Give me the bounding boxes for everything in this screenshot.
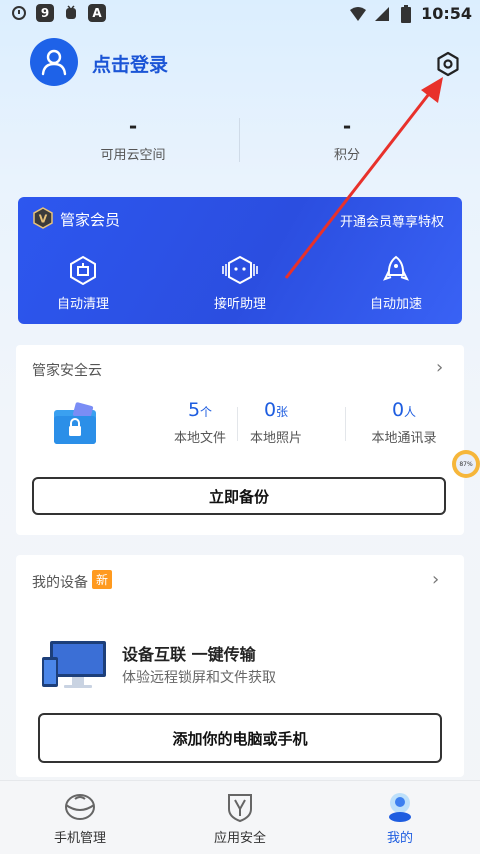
cloud-folder-icon <box>54 402 96 444</box>
call-assistant-feature[interactable]: 接听助理 <box>180 255 300 312</box>
add-device-button[interactable]: 添加你的电脑或手机 <box>38 713 442 763</box>
local-photos-unit: 张 <box>276 405 289 419</box>
tab-phone-manager-label: 手机管理 <box>53 831 106 846</box>
shield-icon <box>228 794 252 823</box>
tab-phone-manager[interactable]: 手机管理 <box>20 791 140 846</box>
auto-speedup-label: 自动加速 <box>369 297 422 312</box>
backup-now-button[interactable]: 立即备份 <box>32 477 446 515</box>
local-photos-count: 0 <box>263 399 277 421</box>
cloud-space-value: - <box>128 114 138 138</box>
auto-cleanup-feature[interactable]: 自动清理 <box>23 255 143 312</box>
avatar[interactable] <box>30 38 78 86</box>
local-contacts-metric: 0人 本地通讯录 <box>352 399 456 446</box>
app-letter-icon: A <box>88 4 106 22</box>
chevron-right-icon[interactable]: › <box>436 357 443 378</box>
devices-illustration-icon <box>42 641 106 688</box>
user-icon <box>41 49 67 76</box>
cloud-space-stat[interactable]: - 可用云空间 <box>73 114 193 163</box>
clock: 10:54 <box>421 4 472 23</box>
tab-me-label: 我的 <box>386 831 413 846</box>
settings-hexagon-icon <box>437 51 459 77</box>
robot-icon <box>222 255 258 285</box>
battery-icon <box>397 4 415 23</box>
floating-memory-badge[interactable]: 87% <box>452 450 480 478</box>
local-files-unit: 个 <box>200 405 213 419</box>
me-profile-icon <box>389 793 411 822</box>
auto-speedup-feature[interactable]: 自动加速 <box>336 255 456 312</box>
svg-text:V: V <box>39 213 48 226</box>
settings-button[interactable] <box>434 50 462 78</box>
local-photos-metric: 0张 本地照片 <box>226 399 326 446</box>
call-assistant-label: 接听助理 <box>213 297 266 312</box>
vip-banner[interactable]: V 管家会员 开通会员尊享特权 自动清理 接听助理 自动加速 <box>18 197 462 324</box>
stat-divider <box>239 118 240 162</box>
rocket-icon <box>383 255 409 281</box>
tab-app-security[interactable]: 应用安全 <box>180 791 300 846</box>
points-value: - <box>342 114 352 138</box>
app-status-icon: 9 <box>36 4 54 22</box>
new-badge: 新 <box>92 570 113 589</box>
login-link[interactable]: 点击登录 <box>92 50 168 77</box>
device-headline: 设备互联 一键传输 <box>122 645 256 664</box>
wifi-icon <box>349 5 367 23</box>
cleanup-icon <box>70 255 96 285</box>
vip-promo-link[interactable]: 开通会员尊享特权 <box>340 211 444 230</box>
security-cloud-title[interactable]: 管家安全云 <box>32 360 102 380</box>
vip-title: 管家会员 <box>60 211 121 229</box>
notification-bell-icon <box>10 4 28 22</box>
my-devices-card: 我的设备 新 › 设备互联 一键传输 体验远程锁屏和文件获取 添加你的电脑或手机 <box>16 555 464 777</box>
signal-icon <box>373 5 391 23</box>
points-label: 积分 <box>333 148 360 163</box>
floating-badge-label: 87% <box>456 454 476 474</box>
local-contacts-unit: 人 <box>404 405 417 419</box>
cloud-space-label: 可用云空间 <box>100 148 166 163</box>
local-photos-label: 本地照片 <box>249 431 302 446</box>
local-contacts-count: 0 <box>391 399 405 421</box>
device-subline: 体验远程锁屏和文件获取 <box>122 670 276 686</box>
metric-divider <box>345 407 346 441</box>
local-contacts-label: 本地通讯录 <box>371 431 437 446</box>
bug-icon <box>62 4 80 22</box>
points-stat[interactable]: - 积分 <box>287 114 407 163</box>
bottom-nav: 手机管理 应用安全 我的 <box>0 780 480 854</box>
vip-badge-icon: V <box>33 207 53 229</box>
tab-app-security-label: 应用安全 <box>213 831 266 846</box>
tab-me[interactable]: 我的 <box>340 791 460 846</box>
local-files-count: 5 <box>187 399 201 421</box>
auto-cleanup-label: 自动清理 <box>56 297 109 312</box>
chevron-right-icon[interactable]: › <box>432 569 439 590</box>
phone-manager-icon <box>65 794 95 820</box>
security-cloud-card: 管家安全云 › 5个 本地文件 0张 本地照片 0人 本地通讯录 立即备份 <box>16 345 464 535</box>
status-bar: 9 A 10:54 <box>0 0 480 28</box>
my-devices-title[interactable]: 我的设备 <box>32 572 88 592</box>
